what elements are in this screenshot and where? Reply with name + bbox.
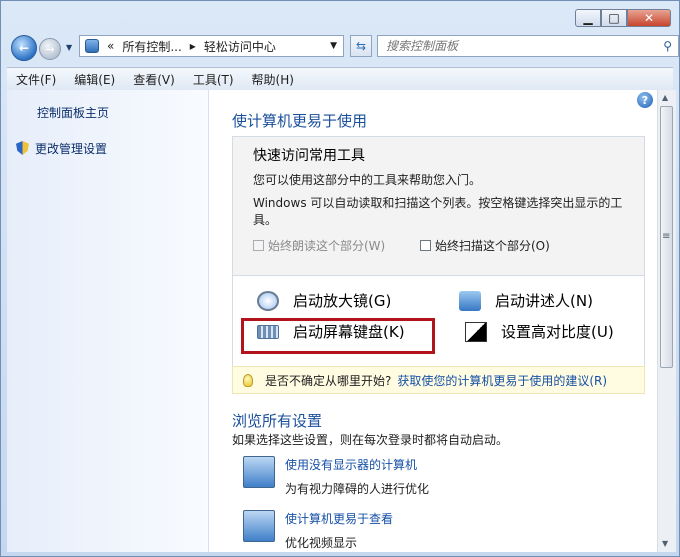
scrollbar-grip-icon: ≡ — [662, 231, 671, 242]
menu-edit[interactable]: 编辑(E) — [65, 71, 124, 88]
search-icon[interactable]: ⚲ — [663, 39, 672, 53]
tip-prefix: 是否不确定从哪里开始? — [265, 373, 392, 388]
start-narrator-label[interactable]: 启动讲述人(N) — [495, 290, 593, 311]
quick-access-description: Windows 可以自动读取和扫描这个列表。按空格键选择突出显示的工具。 — [253, 196, 623, 227]
search-box[interactable]: ⚲ — [377, 35, 679, 57]
monitor-icon — [243, 456, 275, 488]
start-magnifier-button[interactable]: 启动放大镜(G) — [257, 290, 391, 311]
address-bar[interactable]: « 所有控制... ▸ 轻松访问中心 ▼ — [79, 35, 344, 57]
menu-tools[interactable]: 工具(T) — [184, 71, 243, 88]
scroll-up-icon[interactable]: ▲ — [662, 93, 668, 102]
left-pane: 控制面板主页 更改管理设置 — [7, 90, 209, 552]
narrator-icon — [459, 290, 481, 311]
address-dropdown-icon[interactable]: ▼ — [330, 41, 337, 51]
browse-settings-subtitle: 如果选择这些设置，则在每次登录时都将自动启动。 — [232, 433, 509, 447]
breadcrumb-separator-icon[interactable]: ▸ — [190, 39, 196, 53]
window: ▁ □ ✕ ← → ▼ « 所有控制... ▸ 轻松访问中心 ▼ ⇆ ⚲ 文件(… — [0, 0, 680, 557]
minimize-button[interactable]: ▁ — [575, 9, 601, 27]
control-panel-home-link[interactable]: 控制面板主页 — [37, 104, 109, 121]
shield-icon — [16, 141, 29, 155]
high-contrast-icon — [465, 321, 487, 342]
refresh-button[interactable]: ⇆ — [350, 35, 372, 57]
quick-access-header: 快速访问常用工具 您可以使用这部分中的工具来帮助您入门。 Windows 可以自… — [233, 137, 644, 276]
scroll-down-icon[interactable]: ▼ — [662, 539, 668, 548]
maximize-button[interactable]: □ — [601, 9, 627, 27]
navigation-bar: ← → ▼ « 所有控制... ▸ 轻松访问中心 ▼ ⇆ ⚲ — [7, 33, 679, 63]
make-easier-to-see-desc: 优化视频显示 — [285, 536, 358, 550]
use-without-display-link[interactable]: 使用没有显示器的计算机 — [285, 456, 429, 473]
close-button[interactable]: ✕ — [627, 9, 671, 27]
recent-pages-chevron-icon[interactable]: ▼ — [66, 43, 72, 52]
menu-file[interactable]: 文件(F) — [7, 71, 65, 88]
search-input[interactable] — [384, 38, 648, 54]
vertical-scrollbar[interactable]: ▲ ≡ ▼ — [657, 90, 676, 552]
quick-access-title: 快速访问常用工具 — [253, 148, 365, 164]
make-easier-to-see-link[interactable]: 使计算机更易于查看 — [285, 510, 393, 527]
menu-bar: 文件(F) 编辑(E) 查看(V) 工具(T) 帮助(H) — [7, 67, 673, 91]
always-read-label[interactable]: 始终朗读这个部分(W) — [268, 237, 385, 254]
magnifier-icon — [257, 290, 279, 311]
change-admin-settings-label[interactable]: 更改管理设置 — [35, 142, 107, 156]
forward-button[interactable]: → — [39, 38, 61, 60]
list-item[interactable]: 使用没有显示器的计算机 为有视力障碍的人进行优化 — [243, 456, 429, 497]
start-narrator-button[interactable]: 启动讲述人(N) — [459, 290, 593, 311]
breadcrumb-ease-of-access[interactable]: 轻松访问中心 — [204, 38, 276, 55]
set-high-contrast-label[interactable]: 设置高对比度(U) — [501, 321, 614, 342]
start-magnifier-label[interactable]: 启动放大镜(G) — [293, 290, 391, 311]
help-icon[interactable]: ? — [637, 92, 653, 108]
monitor-magnifier-icon — [243, 510, 275, 542]
highlight-box — [241, 318, 435, 354]
address-prefix[interactable]: « — [107, 39, 114, 53]
main-content: ? 使计算机更易于使用 快速访问常用工具 您可以使用这部分中的工具来帮助您入门。… — [209, 90, 657, 552]
lightbulb-icon — [243, 373, 253, 387]
always-scan-label[interactable]: 始终扫描这个部分(O) — [435, 237, 550, 254]
checkbox-box[interactable] — [253, 240, 264, 251]
page-title: 使计算机更易于使用 — [232, 112, 368, 130]
tip-bar: 是否不确定从哪里开始? 获取使您的计算机更易于使用的建议(R) — [232, 366, 645, 394]
back-button[interactable]: ← — [11, 35, 37, 61]
menu-view[interactable]: 查看(V) — [124, 71, 184, 88]
change-admin-settings-link[interactable]: 更改管理设置 — [16, 140, 107, 157]
caption-buttons: ▁ □ ✕ — [575, 9, 671, 27]
breadcrumb-all-control-panel[interactable]: 所有控制... — [122, 38, 181, 55]
use-without-display-desc: 为有视力障碍的人进行优化 — [285, 482, 430, 496]
set-high-contrast-button[interactable]: 设置高对比度(U) — [465, 321, 614, 342]
list-item[interactable]: 使计算机更易于查看 优化视频显示 — [243, 510, 393, 551]
menu-help[interactable]: 帮助(H) — [243, 71, 303, 88]
get-recommendations-link[interactable]: 获取使您的计算机更易于使用的建议(R) — [397, 372, 607, 389]
quick-access-intro: 您可以使用这部分中的工具来帮助您入门。 — [253, 173, 482, 187]
always-read-checkbox[interactable]: 始终朗读这个部分(W) — [253, 237, 385, 254]
checkbox-box[interactable] — [420, 240, 431, 251]
always-scan-checkbox[interactable]: 始终扫描这个部分(O) — [420, 237, 550, 254]
browse-settings-title: 浏览所有设置 — [232, 412, 323, 430]
control-panel-icon — [85, 39, 99, 53]
